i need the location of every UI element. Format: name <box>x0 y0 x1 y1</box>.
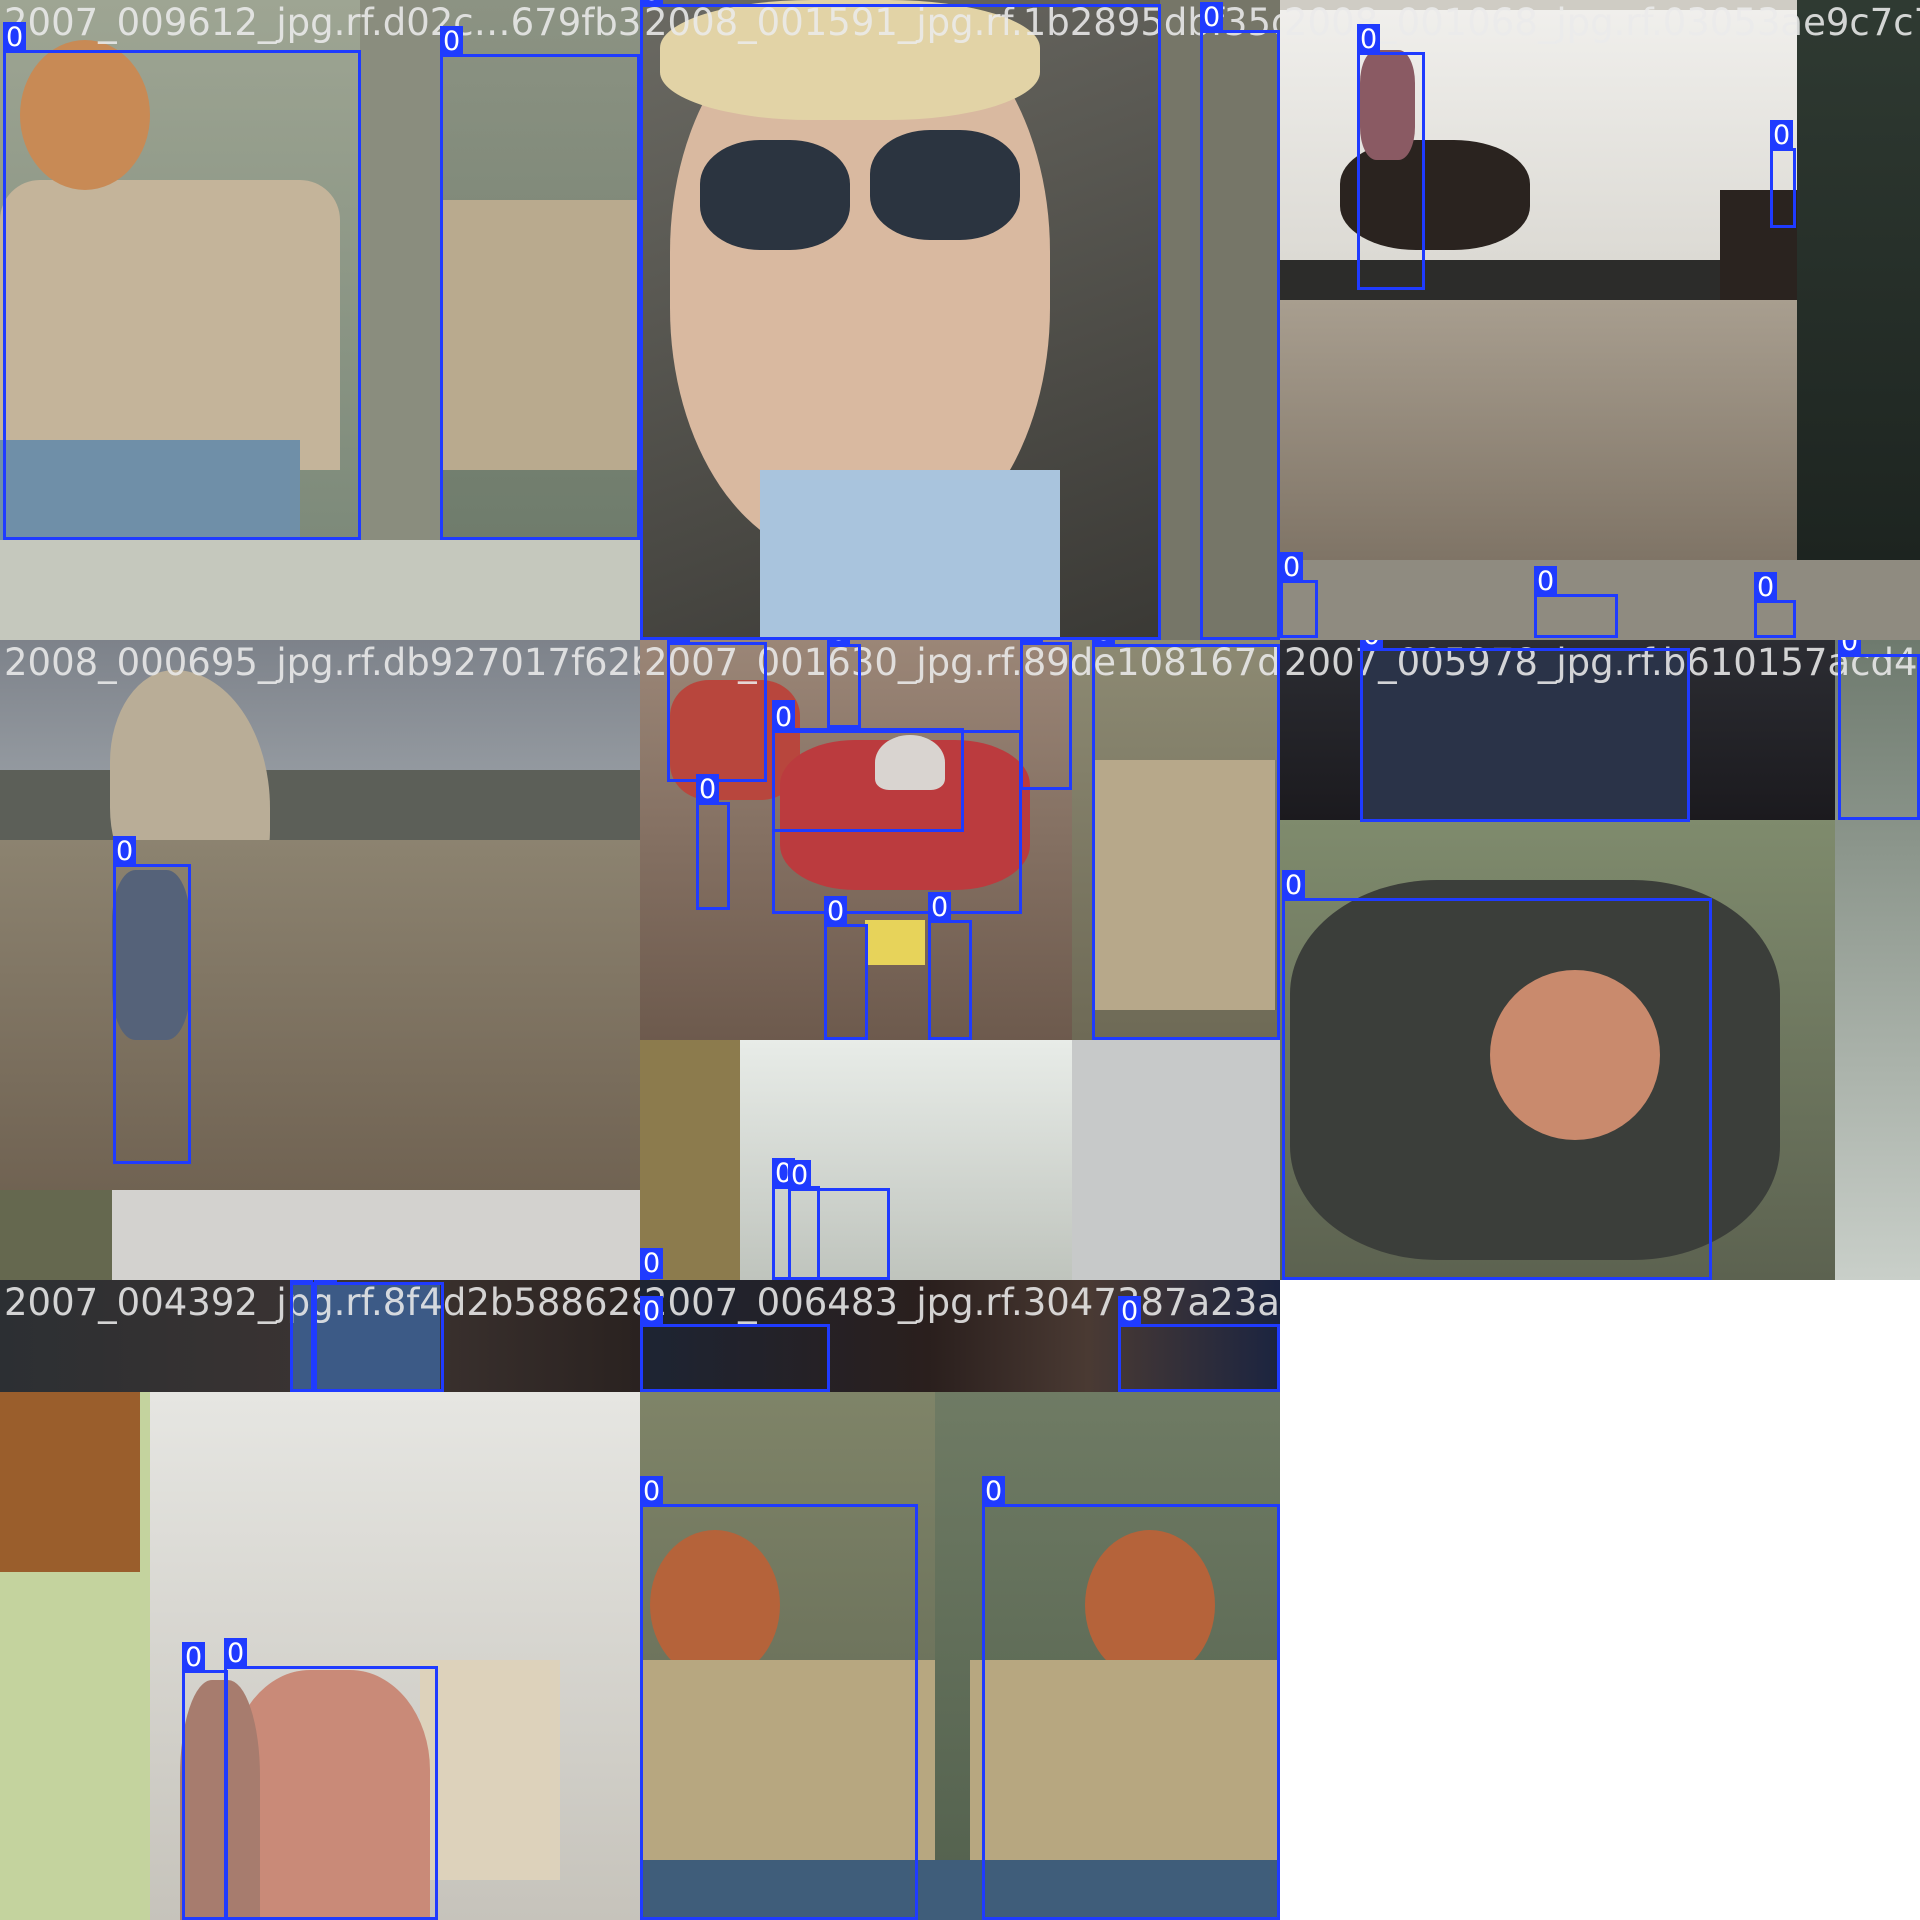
person-bbox: 0 <box>1770 120 1796 228</box>
class-label: 0 <box>290 1280 314 1285</box>
photo-scene <box>0 640 640 1280</box>
person-bbox: 0 <box>1282 870 1712 1280</box>
mosaic-tile: 2008_001068_jpg.rf.03053ae9c7c7ef 0 0 0 … <box>1280 0 1920 640</box>
person-bbox: 0 <box>824 896 868 1040</box>
class-label: 0 <box>1118 1296 1142 1327</box>
class-label: 0 <box>1838 640 1862 657</box>
person-bbox: 0 <box>3 22 361 540</box>
class-label: 0 <box>440 26 464 57</box>
person-bbox: 0 <box>1280 552 1318 638</box>
person-bbox: 0 <box>1754 572 1796 638</box>
class-label: 0 <box>1092 640 1116 647</box>
class-label: 0 <box>667 640 691 645</box>
person-bbox: 0 <box>440 26 640 540</box>
class-label: 0 <box>182 1642 206 1673</box>
mosaic-tile: 2007_004392_jpg.rf.8f4d2b58862865 0 0 0 … <box>0 1280 640 1920</box>
class-label: 0 <box>696 774 720 805</box>
mosaic-tile: 2007_001630_jpg.rf.89de108167d2b7 0 0 0 … <box>640 640 1280 1280</box>
person-bbox: 0 <box>1200 2 1280 640</box>
class-label: 0 <box>1282 870 1306 901</box>
mosaic-tile: 2007_009612_jpg.rf.d02c…679fb3117 0 0 <box>0 0 640 640</box>
class-label: 0 <box>640 1248 664 1279</box>
mosaic-tile: 2008_000695_jpg.rf.db927017f62bfa9 0 <box>0 640 640 1280</box>
class-label: 0 <box>1360 640 1384 651</box>
class-label: 0 <box>1770 120 1794 151</box>
person-bbox: 0 <box>640 1476 918 1920</box>
class-label: 0 <box>1020 640 1044 645</box>
person-bbox: 0 <box>314 1280 444 1392</box>
class-label: 0 <box>1357 24 1381 55</box>
person-bbox: 0 <box>696 774 730 910</box>
person-bbox: 0 <box>1092 640 1280 1040</box>
person-bbox: 0 <box>640 1296 830 1392</box>
mosaic-tile: 2007_006483_jpg.rf.3047387a23ac2fd49678b… <box>640 1280 1280 1920</box>
mosaic-grid: 2007_009612_jpg.rf.d02c…679fb3117 0 0 20… <box>0 0 1920 1920</box>
class-label: 0 <box>314 1280 338 1285</box>
class-label: 0 <box>772 702 796 733</box>
class-label: 0 <box>1200 2 1224 33</box>
person-bbox: 0 <box>772 702 1022 914</box>
person-bbox: 0 <box>1118 1296 1280 1392</box>
person-bbox: 0 <box>982 1476 1280 1920</box>
mosaic-tile: 2008_001591_jpg.rf.1b2895dbf35dc6 0 0 <box>640 0 1280 640</box>
class-label: 0 <box>788 1160 812 1191</box>
person-bbox: 0 <box>1357 24 1425 290</box>
class-label: 0 <box>224 1638 248 1669</box>
person-bbox: 0 <box>1360 640 1690 822</box>
class-label: 0 <box>1280 552 1304 583</box>
person-bbox: 0 <box>290 1280 314 1392</box>
class-label: 0 <box>640 1476 664 1507</box>
class-label: 0 <box>640 0 664 7</box>
person-bbox: 0 <box>1838 640 1920 820</box>
person-bbox: 0 <box>667 640 767 782</box>
class-label: 0 <box>1534 566 1558 597</box>
class-label: 0 <box>113 836 137 867</box>
person-bbox: 0 <box>827 640 861 728</box>
mosaic-tile: 2007_005978_jpg.rf.b610157acd4338 0 0 0 <box>1280 640 1920 1280</box>
class-label: 0 <box>1754 572 1778 603</box>
class-label: 0 <box>982 1476 1006 1507</box>
empty-tile <box>1280 1280 1920 1920</box>
person-bbox: 0 <box>788 1160 890 1280</box>
person-bbox: 0 <box>113 836 191 1164</box>
class-label: 0 <box>3 22 27 53</box>
class-label: 0 <box>640 1296 664 1327</box>
person-bbox: 0 <box>182 1642 228 1920</box>
class-label: 0 <box>827 640 851 647</box>
class-label: 0 <box>824 896 848 927</box>
person-bbox: 0 <box>224 1638 438 1920</box>
person-bbox: 0 <box>1534 566 1618 638</box>
class-label: 0 <box>928 892 952 923</box>
person-bbox: 0 <box>640 0 1161 640</box>
person-bbox: 0 <box>1020 640 1072 790</box>
person-bbox: 0 <box>928 892 972 1040</box>
